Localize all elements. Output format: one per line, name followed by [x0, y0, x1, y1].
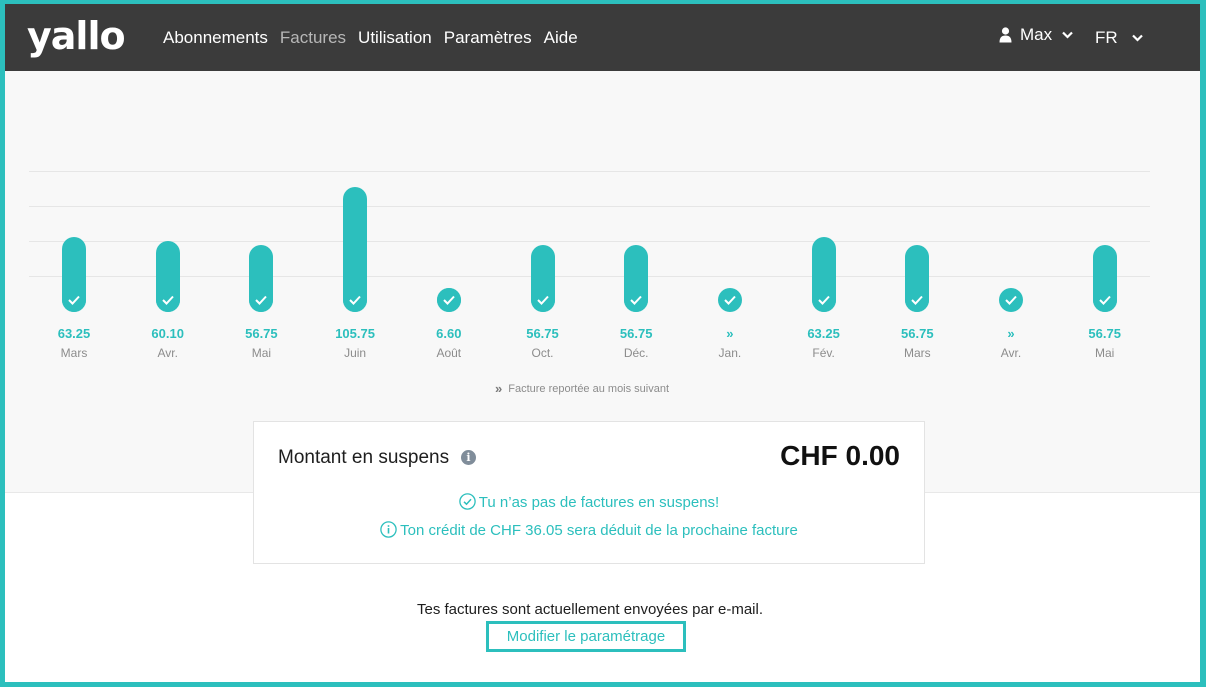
status-message: Tu n’as pas de factures en suspens!: [478, 494, 720, 511]
gridline: [29, 171, 1150, 172]
page-frame: yallo Abonnements Factures Utilisation P…: [5, 4, 1200, 682]
bar-month-label: Avr.: [1000, 346, 1022, 360]
paid-check-icon: [155, 288, 180, 312]
user-icon: [999, 27, 1012, 43]
nav-item-parametres[interactable]: Paramètres: [444, 28, 532, 48]
paid-check-icon: [436, 288, 461, 312]
bar-value-label: 60.10: [151, 326, 184, 341]
chevron-down-icon: [1131, 34, 1143, 42]
gridline: [29, 206, 1150, 207]
paid-check-icon: [343, 288, 368, 312]
paid-check-icon: [905, 288, 930, 312]
bar-value-label: 63.25: [807, 326, 840, 341]
yallo-logo[interactable]: yallo: [27, 16, 126, 56]
paid-check-icon: [249, 288, 274, 312]
paid-check-icon: [530, 288, 555, 312]
nav-item-aide[interactable]: Aide: [544, 28, 578, 48]
paid-check-icon: [717, 288, 742, 312]
gridline: [29, 276, 1150, 277]
gridline: [29, 241, 1150, 242]
bar-value-label: 63.25: [57, 326, 91, 341]
credit-message: Ton crédit de CHF 36.05 sera déduit de l…: [254, 521, 924, 542]
deferred-icon: »: [495, 381, 503, 396]
bar-value-label: 105.75: [335, 326, 375, 341]
bar-month-label: Mars: [903, 346, 931, 360]
info-icon[interactable]: i: [461, 450, 476, 465]
language-selector[interactable]: FR: [1095, 4, 1143, 71]
paid-check-icon: [1092, 288, 1117, 312]
outstanding-title: Montant en suspens: [278, 447, 450, 468]
user-menu[interactable]: Max: [999, 4, 1073, 66]
bar-month-label: Mai: [251, 346, 272, 360]
bar-value-label: »: [726, 326, 734, 341]
bar-month-label: Mars: [60, 346, 88, 360]
language-code: FR: [1095, 27, 1118, 47]
bar-value-label: 56.75: [1088, 326, 1121, 341]
modify-settings-button[interactable]: Modifier le paramétrage: [486, 621, 686, 652]
legend-note: Facture reportée au mois suivant: [508, 382, 670, 395]
bar-month-label: Jan.: [718, 346, 742, 360]
bar-value-label: 56.75: [245, 326, 278, 341]
main-nav: Abonnements Factures Utilisation Paramèt…: [163, 4, 590, 71]
chevron-down-icon: [1062, 31, 1073, 39]
bar-month-label: Oct.: [531, 346, 554, 360]
paid-check-icon: [811, 288, 836, 312]
bar-month-label: Juin: [344, 346, 367, 360]
bar-month-label: Mai: [1095, 346, 1115, 360]
bar-value-label: »: [1007, 326, 1015, 341]
bar-value-label: 56.75: [901, 326, 934, 341]
chart-legend: » Facture reportée au mois suivant: [495, 381, 669, 396]
bar-month-label: Fév.: [812, 346, 835, 360]
check-circle-icon: [459, 493, 476, 514]
bar-month-label: Avr.: [157, 346, 178, 360]
user-name: Max: [1020, 25, 1053, 44]
nav-item-utilisation[interactable]: Utilisation: [358, 28, 432, 48]
bar-month-label: Déc.: [623, 346, 649, 360]
paid-check-icon: [624, 288, 649, 312]
top-navigation-bar: yallo Abonnements Factures Utilisation P…: [5, 4, 1200, 71]
nav-item-abonnements[interactable]: Abonnements: [163, 28, 268, 48]
paid-check-icon: [62, 288, 86, 312]
credit-text: Ton crédit de CHF 36.05 sera déduit de l…: [400, 522, 798, 539]
paid-check-icon: [999, 288, 1023, 312]
bar-value-label: 56.75: [526, 326, 559, 341]
nav-item-factures[interactable]: Factures: [280, 28, 346, 48]
bar-month-label: Août: [436, 346, 462, 360]
outstanding-amount-card: Montant en suspens i CHF 0.00 Tu n’as pa…: [253, 421, 925, 564]
bar-value-label: 6.60: [436, 326, 462, 341]
delivery-info: Tes factures sont actuellement envoyées …: [416, 601, 763, 618]
no-outstanding-message: Tu n’as pas de factures en suspens!: [254, 493, 924, 514]
outstanding-amount: CHF 0.00: [780, 440, 900, 471]
info-circle-icon: [380, 521, 397, 542]
bar-value-label: 56.75: [619, 326, 653, 341]
